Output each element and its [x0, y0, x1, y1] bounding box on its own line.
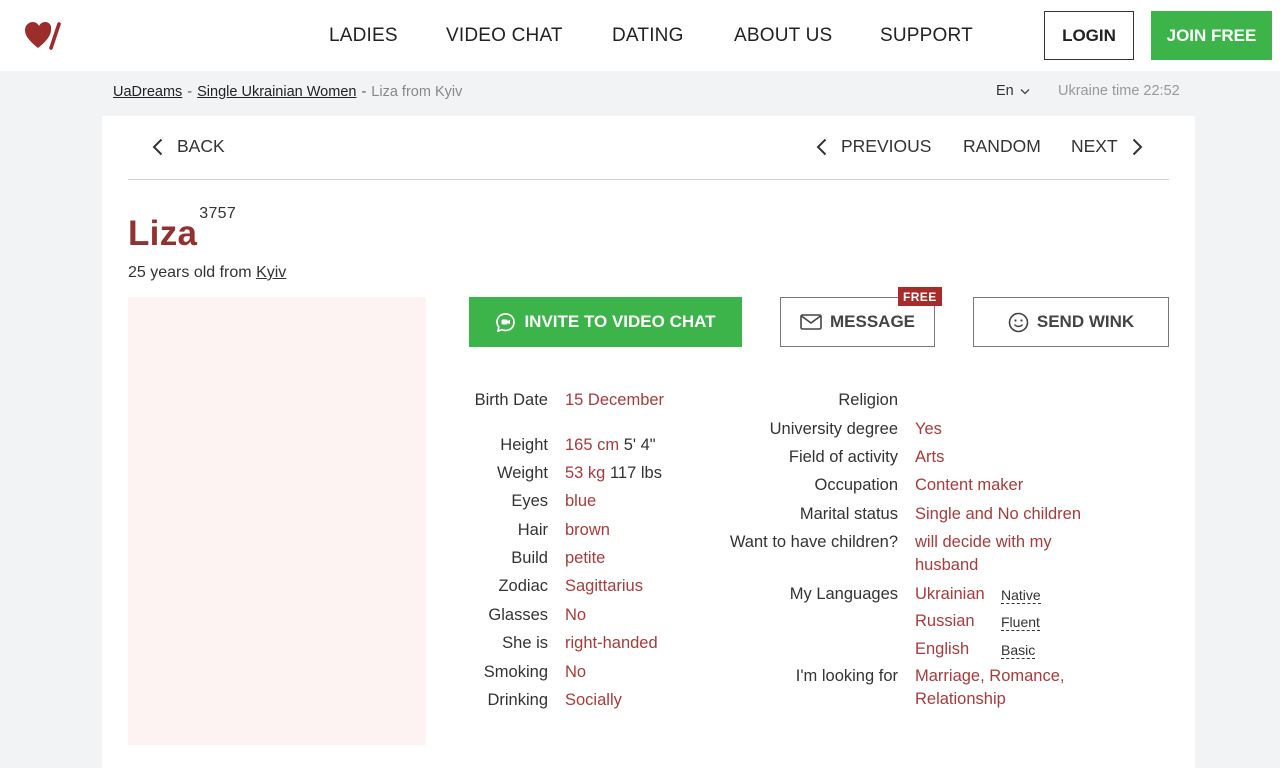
next-button[interactable]: NEXT	[1071, 136, 1143, 157]
breadcrumb-separator: -	[361, 84, 367, 100]
chevron-right-icon	[1132, 138, 1143, 155]
detail-label: Zodiac	[498, 577, 548, 595]
detail-value: Socially	[565, 691, 622, 709]
language-name: Ukrainian	[915, 585, 985, 603]
site-header: LADIES VIDEO CHAT DATING ABOUT US SUPPOR…	[0, 0, 1280, 71]
profile-name: Liza3757	[128, 205, 236, 254]
back-button[interactable]: BACK	[152, 136, 225, 157]
profile-photo[interactable]	[128, 297, 426, 745]
language-level[interactable]: Fluent	[1001, 614, 1040, 631]
profile-age-location: 25 years old from Kyiv	[128, 264, 286, 282]
age-text: 25 years old from	[128, 264, 252, 281]
profile-id: 3757	[199, 205, 237, 223]
breadcrumb-current: Liza from Kyiv	[371, 84, 463, 100]
looking-for-value-line1: Marriage, Romance,	[915, 667, 1065, 685]
language-level[interactable]: Native	[1001, 587, 1041, 604]
detail-label: Birth Date	[474, 391, 548, 409]
breadcrumb: UaDreams - Single Ukrainian Women - Liza fro…	[113, 84, 462, 100]
detail-value: 15 December	[565, 391, 665, 409]
chevron-left-icon	[816, 138, 827, 155]
invite-video-chat-button[interactable]: INVITE TO VIDEO CHAT	[469, 297, 742, 347]
language-label: En	[996, 83, 1014, 99]
login-button[interactable]: LOGIN	[1044, 11, 1134, 60]
children-value-line1: will decide with my	[915, 533, 1052, 551]
detail-value: petite	[565, 549, 606, 567]
send-wink-button[interactable]: SEND WINK	[973, 297, 1169, 347]
looking-for-value-line2: Relationship	[915, 690, 1006, 708]
language-name: Russian	[915, 612, 975, 630]
religion-label: Religion	[838, 391, 898, 409]
smiley-wink-icon	[1008, 312, 1029, 332]
marital-value: Single and No children	[915, 505, 1082, 523]
previous-label: PREVIOUS	[841, 136, 932, 156]
ukraine-time: Ukraine time 22:52	[1058, 83, 1180, 99]
chevron-left-icon	[152, 138, 163, 155]
language-name: English	[915, 640, 970, 658]
next-label: NEXT	[1071, 136, 1118, 156]
previous-button[interactable]: PREVIOUS	[816, 136, 931, 157]
random-button[interactable]: RANDOM	[963, 136, 1041, 157]
detail-value: right-handed	[565, 634, 658, 652]
city-link[interactable]: Kyiv	[256, 264, 286, 281]
invite-label: INVITE TO VIDEO CHAT	[524, 312, 716, 331]
looking-for-label: I'm looking for	[795, 667, 898, 685]
profile-card: BACK PREVIOUS RANDOM NEXT Liza3757 25 ye…	[102, 116, 1195, 768]
language-level[interactable]: Basic	[1001, 642, 1036, 659]
back-label: BACK	[177, 136, 225, 156]
chevron-down-icon	[1020, 88, 1030, 94]
degree-label: University degree	[769, 420, 898, 438]
message-label: MESSAGE	[829, 312, 916, 331]
heart-logo-icon	[25, 22, 52, 48]
free-badge: FREE	[898, 287, 942, 306]
detail-label: She is	[502, 634, 548, 652]
join-free-button[interactable]: JOIN FREE	[1151, 11, 1272, 60]
detail-value: 165 cm 5' 4"	[565, 436, 656, 454]
breadcrumb-section-link[interactable]: Single Ukrainian Women	[197, 84, 356, 100]
site-logo[interactable]	[24, 20, 64, 52]
degree-value: Yes	[915, 420, 942, 438]
detail-value: brown	[565, 521, 610, 539]
nav-video-chat[interactable]: VIDEO CHAT	[446, 25, 563, 47]
video-chat-icon	[496, 312, 516, 332]
detail-label: Drinking	[487, 691, 548, 709]
field-value: Arts	[915, 448, 945, 466]
detail-value: No	[565, 663, 587, 681]
detail-value: blue	[565, 492, 597, 510]
random-label: RANDOM	[963, 136, 1041, 156]
field-label: Field of activity	[788, 448, 898, 466]
detail-value: Sagittarius	[565, 577, 643, 595]
nav-about-us[interactable]: ABOUT US	[734, 25, 832, 47]
profile-navigation: BACK PREVIOUS RANDOM NEXT	[128, 116, 1169, 180]
detail-label: Weight	[496, 464, 548, 482]
detail-value: No	[565, 606, 587, 624]
detail-value: 53 kg 117 lbs	[565, 464, 662, 482]
nav-support[interactable]: SUPPORT	[880, 25, 973, 47]
detail-label: Hair	[517, 521, 548, 539]
language-selector[interactable]: En	[996, 83, 1030, 99]
profile-name-text: Liza	[128, 214, 198, 253]
envelope-icon	[800, 314, 822, 330]
nav-ladies[interactable]: LADIES	[329, 25, 398, 47]
detail-label: Height	[500, 436, 548, 454]
occupation-label: Occupation	[814, 476, 898, 494]
children-label: Want to have children?	[729, 533, 898, 551]
detail-label: Smoking	[483, 663, 548, 681]
nav-dating[interactable]: DATING	[612, 25, 684, 47]
breadcrumb-home-link[interactable]: UaDreams	[113, 84, 182, 100]
wink-label: SEND WINK	[1036, 312, 1135, 331]
languages-label: My Languages	[789, 585, 898, 603]
marital-label: Marital status	[799, 505, 898, 523]
breadcrumb-separator: -	[187, 84, 193, 100]
detail-label: Eyes	[511, 492, 548, 510]
detail-label: Glasses	[488, 606, 548, 624]
children-value-line2: husband	[915, 556, 979, 574]
detail-label: Build	[511, 549, 548, 567]
occupation-value: Content maker	[915, 476, 1024, 494]
